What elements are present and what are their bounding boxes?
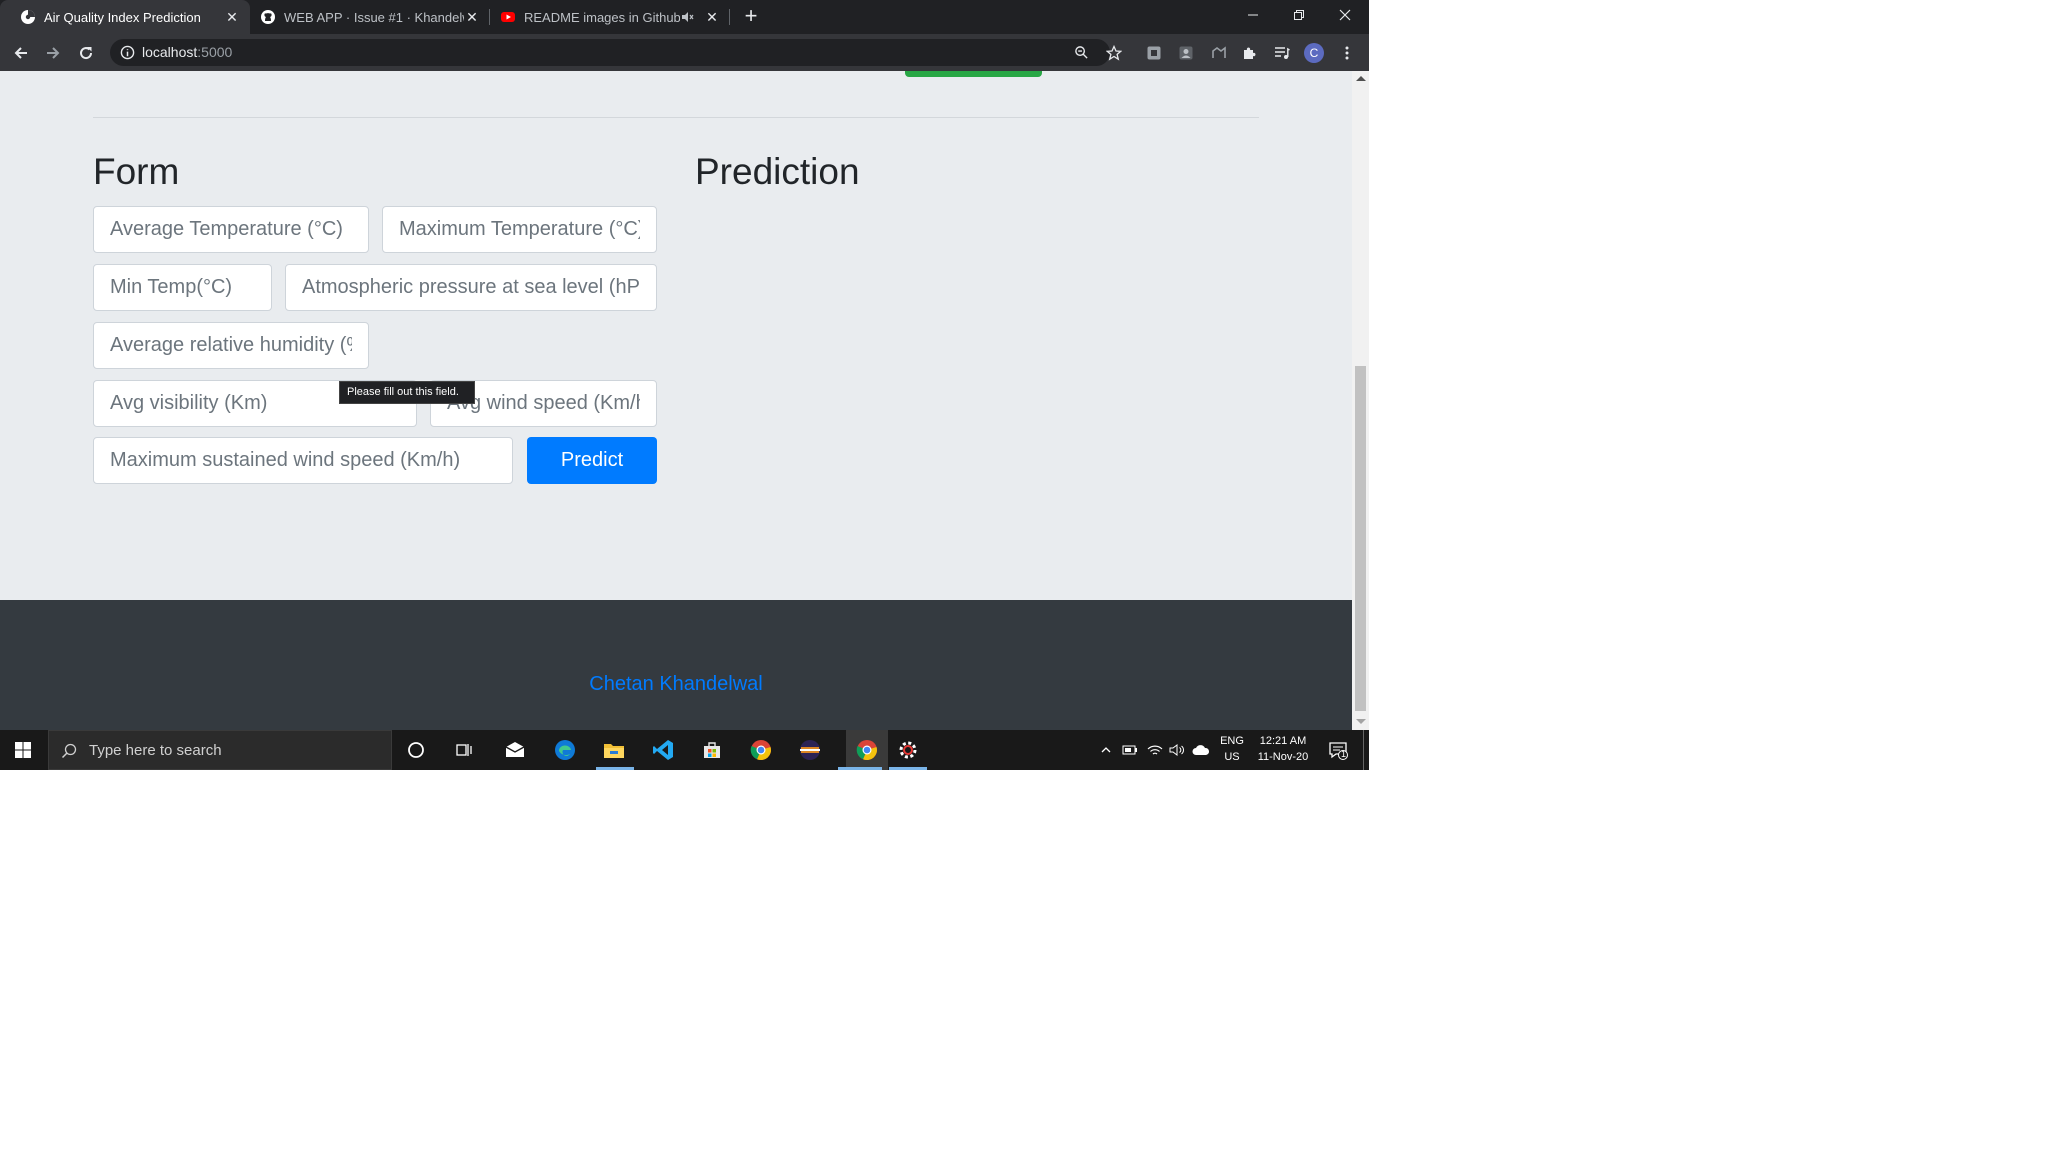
youtube-icon [501,12,515,22]
tab-audio-icon[interactable] [680,10,694,24]
chrome-active-icon[interactable] [846,730,888,770]
microsoft-store-icon[interactable] [699,737,725,763]
notification-center-icon[interactable]: 1 [1325,737,1351,763]
search-icon [61,743,77,759]
tab-title: Air Quality Index Prediction [44,9,201,25]
address-bar[interactable]: localhost:5000 [110,39,1110,66]
url-text[interactable]: localhost:5000 [142,44,232,60]
battery-icon[interactable] [1117,737,1143,763]
screen: Air Quality Index Prediction ✕ WEB APP ·… [0,0,1369,770]
notification-count: 1 [1341,749,1347,759]
file-explorer-icon[interactable] [601,737,627,763]
scroll-down-icon[interactable] [1356,719,1366,724]
scrollbar-thumb[interactable] [1355,366,1366,711]
predict-button[interactable]: Predict [527,437,657,484]
clock-date: 11-Nov-20 [1257,751,1309,763]
url-port: :5000 [197,44,233,60]
pressure-input[interactable] [285,264,657,311]
forward-icon[interactable] [42,42,64,64]
max-wind-speed-input[interactable] [93,437,513,484]
max-temperature-input[interactable] [382,206,657,253]
url-host: localhost [142,44,198,60]
avg-temperature-input[interactable] [93,206,369,253]
tab-air-quality[interactable]: Air Quality Index Prediction ✕ [0,0,250,34]
back-icon[interactable] [10,42,32,64]
windows-taskbar: Type here to search ENG US 12:21 AM 11-N… [0,730,1369,770]
scroll-up-icon[interactable] [1356,76,1366,81]
onedrive-cloud-icon[interactable] [1188,737,1214,763]
keyboard-layout: US [1224,751,1240,763]
windows-start-icon[interactable] [10,737,36,763]
page-footer: Chetan Khandelwal [0,600,1352,730]
chrome-icon[interactable] [748,737,774,763]
success-button-partial[interactable] [905,71,1042,77]
tab-close-icon[interactable]: ✕ [224,9,240,25]
min-temperature-input[interactable] [93,264,272,311]
media-control-icon[interactable] [1271,42,1293,64]
tray-chevron-up-icon[interactable] [1093,737,1119,763]
tab-close-icon[interactable]: ✕ [704,9,720,25]
volume-icon[interactable] [1164,737,1190,763]
settings-gear-icon[interactable] [895,737,921,763]
tab-github-issue[interactable]: WEB APP · Issue #1 · Khandelwal ✕ [250,0,490,34]
edge-browser-icon[interactable] [552,737,578,763]
mail-icon[interactable] [502,737,528,763]
taskbar-search-box[interactable]: Type here to search [48,730,392,770]
clock[interactable]: 12:21 AM 11-Nov-20 [1250,735,1316,763]
bookmark-star-icon[interactable] [1103,42,1125,64]
new-tab-icon[interactable]: + [740,5,762,28]
extension-1-icon[interactable] [1143,42,1165,64]
restore-icon[interactable] [1276,0,1322,30]
vscode-icon[interactable] [650,737,676,763]
form-heading: Form [93,151,180,192]
tab-title: WEB APP · Issue #1 · Khandelwal [284,9,464,25]
zoom-icon[interactable] [1074,45,1089,60]
running-indicator [596,767,634,770]
clock-time: 12:21 AM [1259,735,1307,747]
page-content: Form Prediction Predict [0,71,1352,600]
reload-icon[interactable] [75,42,97,64]
prediction-heading: Prediction [695,151,860,192]
taskbar-search-placeholder: Type here to search [89,742,222,759]
tab-close-icon[interactable]: ✕ [464,9,480,25]
site-favicon-icon [21,10,35,24]
page-scrollbar[interactable] [1352,71,1369,730]
browser-tab-strip: Air Quality Index Prediction ✕ WEB APP ·… [0,0,1369,34]
cortana-icon[interactable] [403,737,429,763]
running-indicator [889,767,927,770]
info-icon[interactable] [120,45,135,60]
section-divider [93,117,1259,118]
language-code: ENG [1220,735,1244,747]
validation-tooltip: Please fill out this field. [339,381,475,404]
menu-kebab-icon[interactable] [1336,42,1358,64]
show-desktop-divider[interactable] [1363,730,1364,770]
extensions-puzzle-icon[interactable] [1239,42,1261,64]
running-indicator [838,767,882,770]
profile-avatar[interactable]: C [1303,42,1325,64]
tab-title: README images in Github - [524,9,680,25]
extension-3-icon[interactable] [1208,42,1230,64]
task-view-icon[interactable] [451,737,477,763]
profile-initial: C [1304,43,1324,63]
close-window-icon[interactable] [1322,0,1368,30]
humidity-input[interactable] [93,322,369,369]
footer-author-link[interactable]: Chetan Khandelwal [0,673,1352,696]
tab-separator [729,9,730,25]
tab-youtube-readme[interactable]: README images in Github - ✕ [490,0,730,34]
eclipse-icon[interactable] [797,737,823,763]
language-indicator[interactable]: ENG US [1216,735,1248,763]
browser-toolbar: localhost:5000 C [0,34,1369,71]
github-icon [261,10,275,24]
extension-2-icon[interactable] [1175,42,1197,64]
minimize-icon[interactable] [1230,0,1276,30]
